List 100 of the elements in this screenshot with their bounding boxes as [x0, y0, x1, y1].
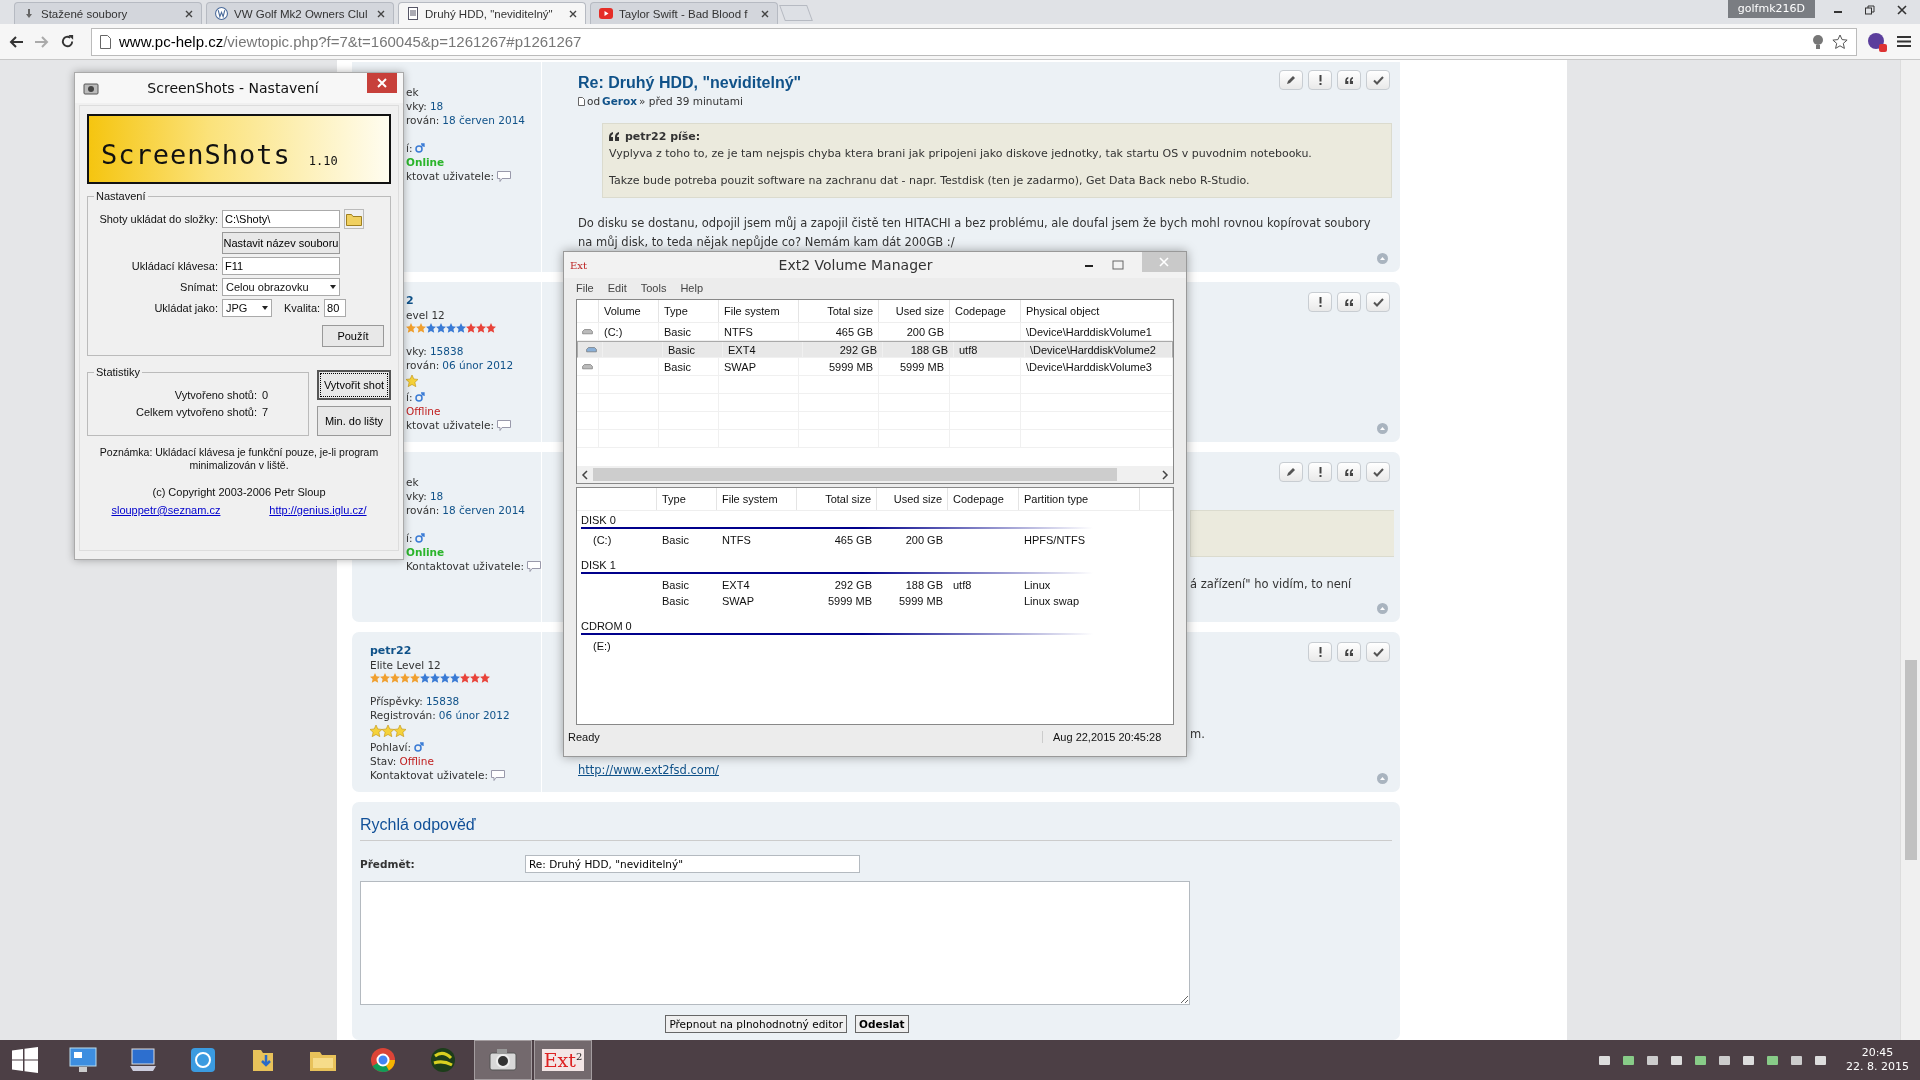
- volume-row[interactable]: Basic SWAP 5999 MB 5999 MB \Device\HarddiskVolume3: [577, 358, 1173, 376]
- profile-button[interactable]: golfmk216D: [1727, 0, 1815, 18]
- star-icon[interactable]: [1832, 33, 1848, 50]
- column-header[interactable]: Partition type: [1019, 488, 1140, 510]
- column-header[interactable]: Codepage: [948, 488, 1019, 510]
- submit-button[interactable]: Odeslat: [855, 1015, 909, 1033]
- quote-button[interactable]: [1337, 70, 1361, 90]
- column-header[interactable]: Total size: [797, 488, 877, 510]
- speech-bubble-icon[interactable]: [490, 769, 505, 781]
- apply-button[interactable]: Použít: [322, 325, 384, 347]
- post-link[interactable]: http://www.ext2fsd.com/: [578, 763, 719, 777]
- volume-row[interactable]: Basic EXT4 292 GB 188 GB utf8 \Device\HarddiskVolume2: [577, 341, 1173, 358]
- taskbar-button[interactable]: [474, 1040, 532, 1080]
- report-button[interactable]: [1308, 292, 1332, 312]
- tray-icon[interactable]: [1598, 1053, 1611, 1067]
- hotkey-field[interactable]: F11: [222, 257, 340, 275]
- report-button[interactable]: [1308, 642, 1332, 662]
- partition-row[interactable]: Basic EXT4 292 GB 188 GB utf8 Linux: [577, 577, 1173, 593]
- scrollbar[interactable]: [1900, 60, 1920, 1040]
- scroll-right-icon[interactable]: [1161, 469, 1169, 480]
- website-link[interactable]: http://genius.iglu.cz/: [269, 504, 367, 516]
- maximize-icon[interactable]: [1112, 260, 1124, 270]
- speech-bubble-icon[interactable]: [496, 170, 511, 182]
- column-header[interactable]: Type: [659, 300, 719, 322]
- menu-icon[interactable]: [1897, 35, 1911, 48]
- quote-button[interactable]: [1337, 292, 1361, 312]
- address-bar[interactable]: www.pc-help.cz/viewtopic.php?f=7&t=160045&p=1261267#p1261267: [91, 27, 1857, 56]
- menu-item[interactable]: File: [576, 282, 594, 294]
- author-link[interactable]: Gerox: [602, 95, 637, 107]
- browser-tab[interactable]: Taylor Swift - Bad Blood f: [590, 2, 778, 24]
- scroll-left-icon[interactable]: [581, 469, 589, 480]
- close-icon[interactable]: [761, 9, 769, 18]
- speech-bubble-icon[interactable]: [496, 419, 511, 431]
- tray-icon[interactable]: [1790, 1053, 1803, 1067]
- approve-button[interactable]: [1366, 642, 1390, 662]
- close-icon[interactable]: [185, 9, 193, 18]
- column-header[interactable]: Codepage: [950, 300, 1021, 322]
- column-header[interactable]: Physical object: [1021, 300, 1173, 322]
- speech-bubble-icon[interactable]: [526, 560, 541, 572]
- approve-button[interactable]: [1366, 462, 1390, 482]
- report-button[interactable]: [1308, 70, 1332, 90]
- close-icon[interactable]: [1897, 5, 1907, 15]
- folder-field[interactable]: C:\Shoty\: [222, 210, 340, 228]
- report-button[interactable]: [1308, 462, 1332, 482]
- username-link[interactable]: 2: [406, 294, 414, 307]
- column-header[interactable]: Total size: [799, 300, 879, 322]
- menu-item[interactable]: Tools: [640, 282, 667, 294]
- message-field[interactable]: [360, 881, 1190, 1005]
- extension-icon[interactable]: [1867, 31, 1887, 52]
- edit-button[interactable]: [1279, 70, 1303, 90]
- post-title[interactable]: Re: Druhý HDD, "neviditelný": [578, 74, 1400, 92]
- username-link[interactable]: petr22: [370, 644, 412, 657]
- tray-icon[interactable]: [1742, 1053, 1755, 1067]
- approve-button[interactable]: [1366, 292, 1390, 312]
- menu-item[interactable]: Edit: [607, 282, 627, 294]
- tray-icon[interactable]: [1766, 1053, 1779, 1067]
- horizontal-scrollbar[interactable]: [577, 466, 1173, 483]
- reload-icon[interactable]: [60, 34, 75, 49]
- tray-icon[interactable]: [1670, 1053, 1683, 1067]
- close-icon[interactable]: [569, 9, 577, 18]
- browser-tab[interactable]: Stažené soubory: [14, 2, 202, 24]
- quality-field[interactable]: 80: [324, 299, 347, 317]
- partition-row[interactable]: (E:): [577, 638, 1173, 654]
- back-icon[interactable]: [8, 34, 24, 49]
- column-header[interactable]: Used size: [877, 488, 948, 510]
- close-icon[interactable]: [377, 9, 385, 18]
- taskbar-button[interactable]: Ext$^{2}$: [534, 1040, 592, 1080]
- column-header[interactable]: Used size: [879, 300, 950, 322]
- lightbulb-icon[interactable]: [1812, 33, 1824, 50]
- tray-icon[interactable]: [1718, 1053, 1731, 1067]
- browser-tab[interactable]: VW Golf Mk2 Owners Clul: [206, 2, 394, 24]
- windows-logo-icon[interactable]: [12, 1047, 38, 1073]
- partition-row[interactable]: Basic SWAP 5999 MB 5999 MB Linux swap: [577, 593, 1173, 609]
- tray-icon[interactable]: [1694, 1053, 1707, 1067]
- clock[interactable]: 20:45 22. 8. 2015: [1846, 1046, 1909, 1074]
- column-header[interactable]: Volume: [599, 300, 659, 322]
- tray-icon[interactable]: [1814, 1053, 1827, 1067]
- minimize-to-tray-button[interactable]: Min. do lišty: [317, 406, 391, 436]
- menu-item[interactable]: Help: [680, 282, 703, 294]
- column-header[interactable]: File system: [719, 300, 799, 322]
- subject-field[interactable]: Re: Druhý HDD, "neviditelný": [525, 855, 860, 873]
- partition-row[interactable]: (C:) Basic NTFS 465 GB 200 GB HPFS/NTFS: [577, 532, 1173, 548]
- email-link[interactable]: slouppetr@seznam.cz: [111, 504, 221, 516]
- editor-button[interactable]: Přepnout na plnohodnotný editor: [665, 1015, 848, 1033]
- quote-button[interactable]: [1337, 642, 1361, 662]
- edit-button[interactable]: [1279, 462, 1303, 482]
- column-header[interactable]: Type: [657, 488, 717, 510]
- tray-icon[interactable]: [1622, 1053, 1635, 1067]
- filename-button[interactable]: Nastavit název souboru: [222, 232, 340, 254]
- browse-button[interactable]: [344, 209, 364, 229]
- restore-icon[interactable]: [1865, 5, 1875, 15]
- tray-icon[interactable]: [1646, 1053, 1659, 1067]
- format-dropdown[interactable]: JPG: [222, 299, 272, 317]
- capture-dropdown[interactable]: Celou obrazovku: [222, 278, 340, 296]
- capture-button[interactable]: Vytvořit shot: [317, 370, 391, 400]
- close-button[interactable]: [367, 73, 397, 93]
- column-header[interactable]: File system: [717, 488, 797, 510]
- approve-button[interactable]: [1366, 70, 1390, 90]
- browser-tab[interactable]: Druhý HDD, "neviditelný": [398, 2, 586, 24]
- quote-button[interactable]: [1337, 462, 1361, 482]
